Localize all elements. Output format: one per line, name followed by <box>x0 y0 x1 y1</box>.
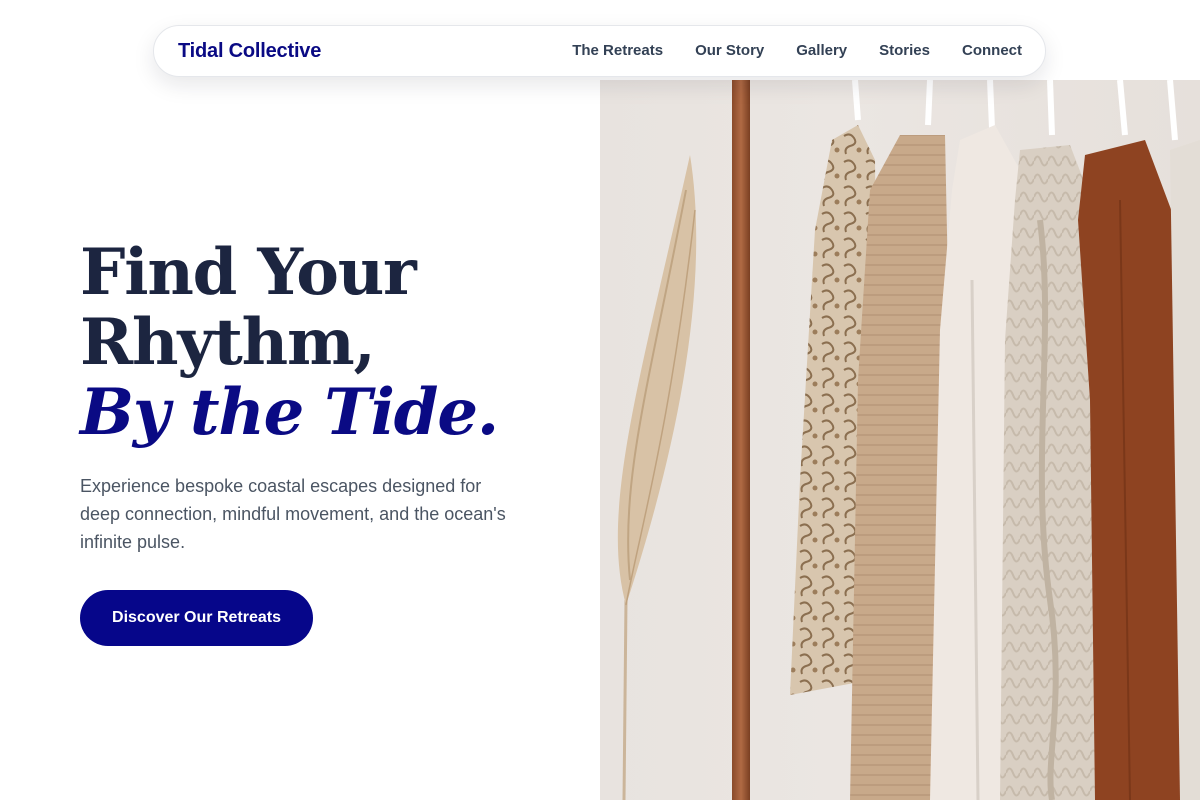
headline-line-1: Find Your <box>80 235 417 310</box>
nav-link-our-story[interactable]: Our Story <box>695 42 764 59</box>
hero-text: Find Your Rhythm, By the Tide. Experienc… <box>80 238 560 646</box>
nav-links: The Retreats Our Story Gallery Stories C… <box>572 42 1022 60</box>
headline-line-2: Rhythm, <box>80 305 376 380</box>
hero-subtext: Experience bespoke coastal escapes desig… <box>80 476 506 552</box>
brand-logo[interactable]: Tidal Collective <box>178 40 321 63</box>
pampas-grass <box>617 155 697 800</box>
nav-link-gallery[interactable]: Gallery <box>796 42 847 59</box>
headline-accent: By the Tide. <box>80 375 499 450</box>
wooden-pole <box>732 80 750 800</box>
discover-retreats-button[interactable]: Discover Our Retreats <box>80 590 313 646</box>
hero-headline: Find Your Rhythm, By the Tide. <box>80 238 560 448</box>
hero-image <box>600 80 1200 800</box>
rust-sweater <box>1078 140 1185 800</box>
nav-link-connect[interactable]: Connect <box>962 42 1022 59</box>
nav-link-the-retreats[interactable]: The Retreats <box>572 42 663 59</box>
clothing-rack-illustration <box>617 80 1200 800</box>
navbar: Tidal Collective The Retreats Our Story … <box>153 25 1046 77</box>
hangers <box>852 80 1178 141</box>
nav-link-stories[interactable]: Stories <box>879 42 930 59</box>
